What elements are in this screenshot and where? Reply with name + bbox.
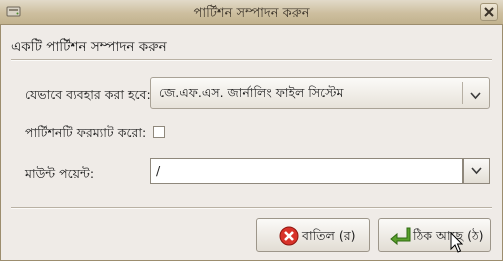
mount-point-entry[interactable]: / bbox=[150, 158, 463, 184]
use-as-label: যেভাবে ব্যবহার করা হবে: bbox=[25, 87, 151, 102]
close-button[interactable] bbox=[480, 3, 498, 21]
ok-button[interactable]: ঠিক আছে (ঠ) bbox=[378, 218, 491, 252]
title-bar: পার্টিশন সম্পাদন করুন bbox=[0, 0, 503, 25]
format-checkbox[interactable] bbox=[153, 126, 165, 138]
cancel-button[interactable]: বাতিল (র) bbox=[256, 218, 370, 252]
button-separator bbox=[11, 207, 492, 209]
heading-separator bbox=[11, 59, 492, 61]
mount-point-value: / bbox=[156, 163, 161, 178]
window-title: পার্টিশন সম্পাদন করুন bbox=[193, 6, 310, 21]
chevron-down-icon bbox=[470, 89, 481, 103]
cancel-icon bbox=[279, 226, 299, 249]
combo-divider bbox=[462, 82, 463, 104]
enter-arrow-icon bbox=[388, 226, 412, 249]
ok-button-label: ঠিক আছে (ঠ) bbox=[413, 228, 484, 243]
format-label: পার্টিশনটি ফরম্যাট করো: bbox=[25, 125, 147, 140]
mouse-cursor-icon bbox=[450, 231, 464, 257]
dialog-heading: একটি পার্টিশন সম্পাদন করুন bbox=[11, 39, 167, 55]
mount-point-dropdown-button[interactable] bbox=[463, 158, 490, 184]
mount-point-label: মাউন্ট পয়েন্ট: bbox=[25, 166, 95, 181]
use-as-value: জে.এফ.এস. জার্নালিং ফাইল সিস্টেম bbox=[159, 85, 344, 100]
use-as-combo[interactable]: জে.এফ.এস. জার্নালিং ফাইল সিস্টেম bbox=[150, 77, 490, 109]
cancel-button-label: বাতিল (র) bbox=[302, 228, 356, 243]
